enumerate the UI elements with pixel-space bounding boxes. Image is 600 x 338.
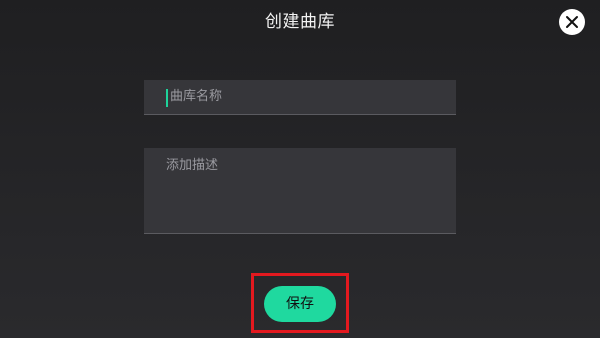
description-input[interactable]: 添加描述 <box>144 148 456 234</box>
library-name-input[interactable]: 曲库名称 <box>144 80 456 115</box>
save-button[interactable]: 保存 <box>264 286 336 322</box>
text-cursor <box>166 89 168 107</box>
close-icon <box>566 16 578 28</box>
create-library-screen: 创建曲库 曲库名称 添加描述 保存 <box>0 0 600 338</box>
close-button[interactable] <box>559 9 585 35</box>
page-title: 创建曲库 <box>265 12 335 32</box>
description-placeholder: 添加描述 <box>166 158 219 173</box>
library-name-placeholder: 曲库名称 <box>170 89 223 104</box>
